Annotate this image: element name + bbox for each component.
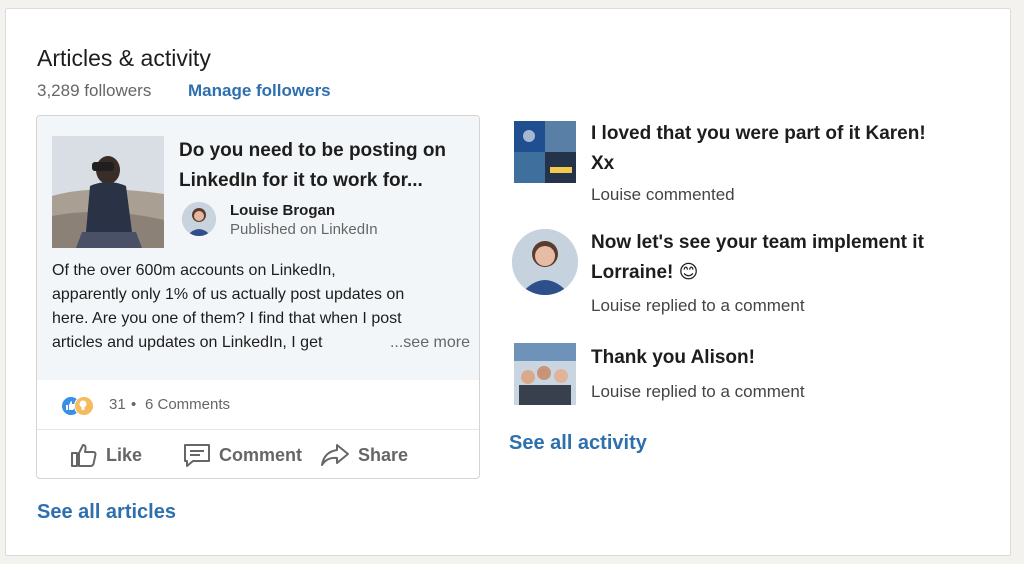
article-title-line: LinkedIn for it to work for...	[179, 170, 423, 191]
thumbs-up-icon	[71, 444, 97, 467]
activity-text-line: Xx	[591, 153, 615, 174]
see-all-articles-link[interactable]: See all articles	[37, 501, 176, 524]
activity-text-line: Lorraine! 😊	[591, 262, 699, 283]
idea-icon[interactable]	[74, 396, 94, 416]
article-thumbnail[interactable]	[52, 136, 164, 248]
share-label: Share	[358, 444, 409, 465]
separator-dot: •	[131, 396, 137, 413]
followers-count: 3,289 followers	[37, 81, 152, 100]
article-snippet[interactable]: Of the over 600m accounts on LinkedIn, a…	[52, 259, 470, 355]
article-title[interactable]: Do you need to be posting on LinkedIn fo…	[179, 136, 469, 196]
activity-text[interactable]: Thank you Alison!	[591, 343, 971, 373]
comment-label: Comment	[219, 444, 303, 465]
snippet-line: Of the over 600m accounts on LinkedIn,	[52, 262, 336, 279]
snippet-line: here. Are you one of them? I find that w…	[52, 310, 402, 327]
like-button[interactable]: Like	[70, 442, 142, 468]
activity-type: Louise commented	[591, 185, 735, 204]
share-button[interactable]: Share	[320, 442, 408, 468]
activity-type: Louise replied to a comment	[591, 296, 805, 315]
manage-followers-link[interactable]: Manage followers	[188, 81, 331, 101]
article-title-line: Do you need to be posting on	[179, 140, 447, 161]
article-card[interactable]: Do you need to be posting on LinkedIn fo…	[36, 115, 480, 479]
article-actions: Like Comment Share	[37, 430, 479, 478]
like-label: Like	[106, 444, 143, 465]
activity-text[interactable]: Now let's see your team implement it Lor…	[591, 228, 971, 288]
snippet-line: articles and updates on LinkedIn, I get	[52, 334, 323, 351]
activity-text-line: I loved that you were part of it Karen!	[591, 123, 926, 144]
comment-icon	[184, 444, 210, 467]
share-arrow-icon	[321, 444, 349, 466]
activity-type: Louise replied to a comment	[591, 382, 805, 401]
article-preview[interactable]: Do you need to be posting on LinkedIn fo…	[37, 116, 479, 380]
comments-count-link[interactable]: 6 Comments	[145, 396, 230, 413]
see-all-activity-link[interactable]: See all activity	[509, 432, 647, 455]
author-avatar[interactable]	[182, 202, 216, 236]
activity-text[interactable]: I loved that you were part of it Karen! …	[591, 119, 971, 179]
section-title: Articles & activity	[37, 45, 211, 71]
activity-avatar[interactable]	[512, 229, 578, 295]
activity-thumbnail[interactable]	[514, 121, 576, 183]
published-on-label: Published on LinkedIn	[230, 221, 378, 238]
articles-activity-card: Articles & activity 3,289 followers Mana…	[5, 8, 1011, 556]
reaction-count[interactable]: 31	[109, 396, 126, 413]
author-name[interactable]: Louise Brogan	[230, 202, 335, 219]
snippet-line: apparently only 1% of us actually post u…	[52, 286, 405, 303]
activity-text-line: Now let's see your team implement it	[591, 232, 924, 253]
see-more-link[interactable]: ...see more	[390, 331, 470, 355]
activity-thumbnail[interactable]	[514, 343, 576, 405]
snippet-line-last: articles and updates on LinkedIn, I get …	[52, 331, 470, 355]
social-counts: 31 • 6 Comments	[37, 380, 479, 430]
comment-button[interactable]: Comment	[183, 442, 302, 468]
